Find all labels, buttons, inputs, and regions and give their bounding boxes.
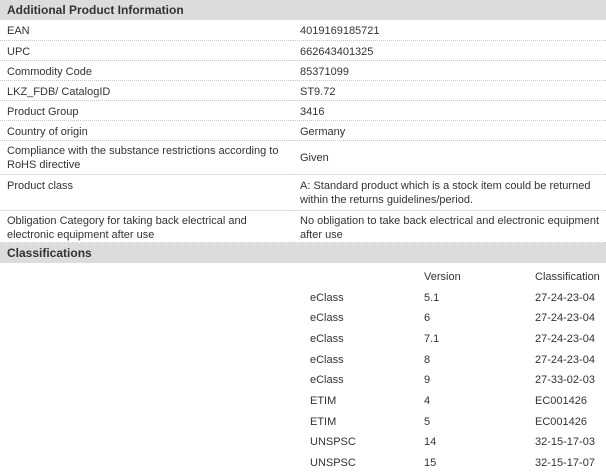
table-row: UPC 662643401325 <box>0 40 606 61</box>
classification-code: 27-24-23-04 <box>535 291 595 304</box>
row-value: 662643401325 <box>293 40 606 61</box>
classification-code: 32-15-17-07 <box>535 457 595 470</box>
additional-info-section: Additional Product Information EAN 40191… <box>0 0 606 243</box>
row-value: A: Standard product which is a stock ite… <box>293 174 606 211</box>
table-row: EAN 4019169185721 <box>0 20 606 41</box>
classification-system: ETIM <box>310 415 337 428</box>
row-label: LKZ_FDB/ CatalogID <box>0 80 293 101</box>
table-row: LKZ_FDB/ CatalogID ST9.72 <box>0 80 606 101</box>
classification-code: 27-24-23-04 <box>535 312 595 325</box>
classification-system: eClass <box>310 291 344 304</box>
row-label: Country of origin <box>0 120 293 141</box>
classification-system: eClass <box>310 332 344 345</box>
classifications-table: Version Classification eClass 5.1 27-24-… <box>303 267 606 474</box>
classification-code: EC001426 <box>535 415 587 428</box>
classification-system: eClass <box>310 374 344 387</box>
table-row: Country of origin Germany <box>0 120 606 141</box>
column-header-version: Version <box>424 270 461 283</box>
table-row: Product Group 3416 <box>0 100 606 121</box>
row-label: Obligation Category for taking back elec… <box>0 210 293 243</box>
classification-system: UNSPSC <box>310 436 356 449</box>
additional-info-table: EAN 4019169185721 UPC 662643401325 Commo… <box>0 20 606 243</box>
classification-code: 32-15-17-03 <box>535 436 595 449</box>
classification-system: eClass <box>310 353 344 366</box>
additional-info-header: Additional Product Information <box>0 0 606 20</box>
classification-code: 27-24-23-04 <box>535 332 595 345</box>
row-label: UPC <box>0 40 293 61</box>
classification-version: 5 <box>424 415 431 428</box>
classification-version: 4 <box>424 394 431 407</box>
row-value: Given <box>293 140 606 175</box>
row-value: Germany <box>293 120 606 141</box>
classification-version: 15 <box>424 457 437 470</box>
table-row: eClass 7.1 27-24-23-04 <box>303 329 606 350</box>
table-row: eClass 6 27-24-23-04 <box>303 308 606 329</box>
classifications-section: Classifications Version Classification e… <box>0 242 606 469</box>
classification-system: ETIM <box>310 394 337 407</box>
classification-code: EC001426 <box>535 394 587 407</box>
table-row: Commodity Code 85371099 <box>0 60 606 81</box>
classification-version: 8 <box>424 353 431 366</box>
table-row: eClass 8 27-24-23-04 <box>303 349 606 370</box>
classifications-header-row: Version Classification <box>303 267 606 288</box>
row-value: No obligation to take back electrical an… <box>293 210 606 243</box>
table-row: eClass 5.1 27-24-23-04 <box>303 287 606 308</box>
classification-version: 6 <box>424 312 431 325</box>
row-label: Compliance with the substance restrictio… <box>0 140 293 175</box>
row-label: Product class <box>0 174 293 211</box>
row-value: 3416 <box>293 100 606 121</box>
table-row: Compliance with the substance restrictio… <box>0 140 606 175</box>
classification-code: 27-24-23-04 <box>535 353 595 366</box>
table-row: Obligation Category for taking back elec… <box>0 210 606 243</box>
classification-code: 27-33-02-03 <box>535 374 595 387</box>
classifications-header: Classifications <box>0 242 606 263</box>
row-value: 85371099 <box>293 60 606 81</box>
classification-version: 9 <box>424 374 431 387</box>
table-row: UNSPSC 14 32-15-17-03 <box>303 432 606 453</box>
classification-version: 5.1 <box>424 291 440 304</box>
row-value: ST9.72 <box>293 80 606 101</box>
classification-version: 7.1 <box>424 332 440 345</box>
classification-system: UNSPSC <box>310 457 356 470</box>
row-value: 4019169185721 <box>293 20 606 41</box>
classification-version: 14 <box>424 436 437 449</box>
classifications-body: Version Classification eClass 5.1 27-24-… <box>0 263 606 469</box>
table-row: ETIM 4 EC001426 <box>303 391 606 412</box>
classification-system: eClass <box>310 312 344 325</box>
row-label: Commodity Code <box>0 60 293 81</box>
column-header-name <box>303 267 424 288</box>
row-label: EAN <box>0 20 293 41</box>
table-row: Product class A: Standard product which … <box>0 174 606 211</box>
table-row: eClass 9 27-33-02-03 <box>303 370 606 391</box>
table-row: ETIM 5 EC001426 <box>303 411 606 432</box>
row-label: Product Group <box>0 100 293 121</box>
column-header-classification: Classification <box>535 270 600 283</box>
table-row: UNSPSC 15 32-15-17-07 <box>303 453 606 474</box>
